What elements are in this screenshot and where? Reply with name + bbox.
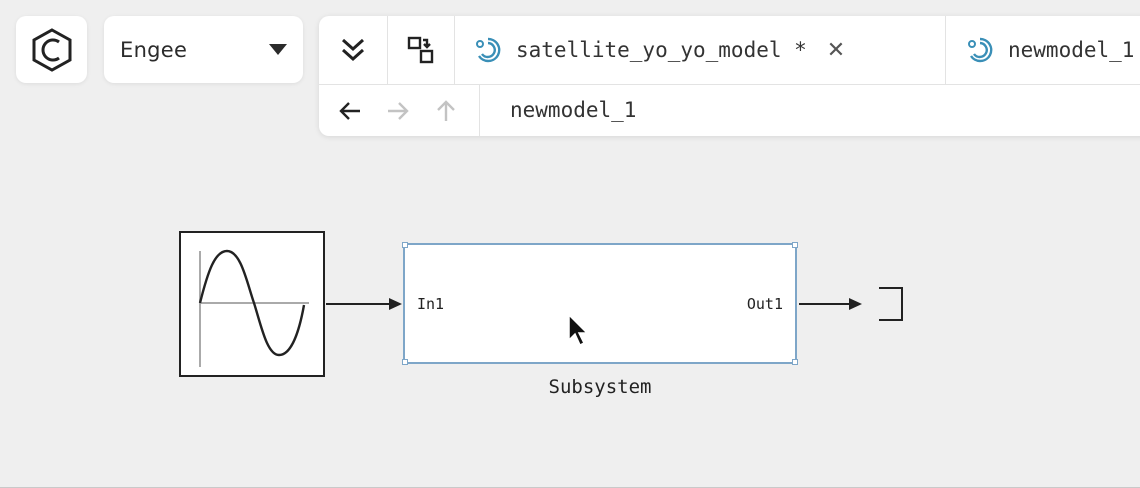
resize-handle[interactable] <box>402 359 408 365</box>
subsystem-caption: Subsystem <box>548 376 652 398</box>
input-port-label: In1 <box>417 295 445 313</box>
mouse-cursor-icon <box>568 313 589 347</box>
terminator-icon[interactable] <box>870 285 910 325</box>
sine-wave-icon <box>198 249 309 367</box>
resize-handle[interactable] <box>792 242 798 248</box>
subsystem-block[interactable]: In1 Out1 <box>402 242 798 365</box>
resize-handle[interactable] <box>402 242 408 248</box>
resize-handle[interactable] <box>792 359 798 365</box>
output-port-label: Out1 <box>746 295 783 313</box>
sine-wave-source-block[interactable] <box>179 231 325 377</box>
